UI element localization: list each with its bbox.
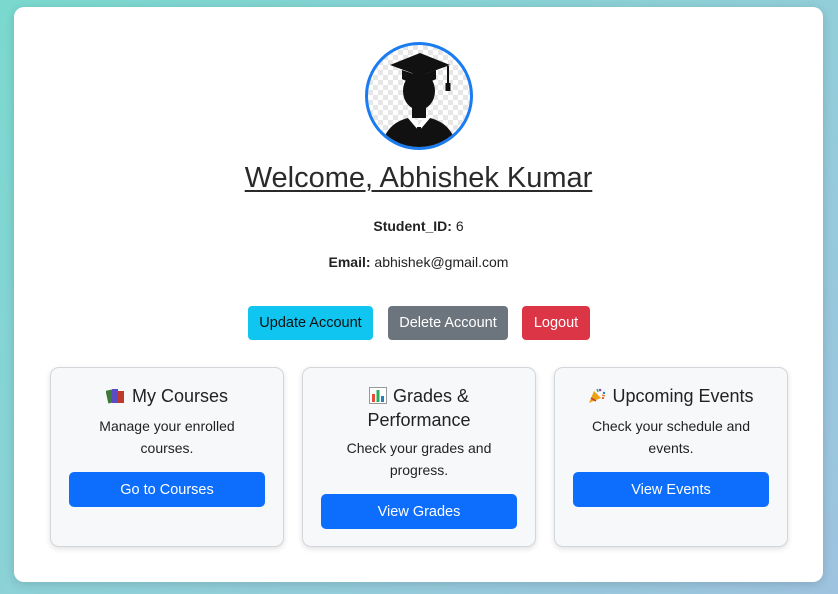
party-popper-icon (588, 387, 606, 409)
courses-panel: My Courses Manage your enrolled courses.… (50, 367, 284, 547)
update-account-button[interactable]: Update Account (248, 306, 373, 340)
delete-account-button[interactable]: Delete Account (388, 306, 508, 340)
grades-panel: Grades & Performance Check your grades a… (302, 367, 536, 547)
events-panel-title: Upcoming Events (555, 385, 787, 409)
email-label: Email: (328, 254, 371, 270)
profile-card: Welcome, Abhishek Kumar Student_ID: 6 Em… (14, 7, 823, 582)
student-id-label: Student_ID: (373, 218, 452, 234)
courses-panel-title: My Courses (51, 385, 283, 409)
books-icon (105, 387, 126, 409)
graduate-avatar-icon (365, 42, 473, 150)
email-row: Email: abhishek@gmail.com (14, 254, 823, 270)
view-grades-button[interactable]: View Grades (321, 494, 517, 529)
events-title-text: Upcoming Events (612, 386, 754, 406)
events-desc: Check your schedule and events. (592, 418, 750, 456)
view-events-button[interactable]: View Events (573, 472, 769, 507)
email-value: abhishek@gmail.com (374, 254, 509, 270)
grades-desc: Check your grades and progress. (346, 440, 492, 478)
student-id-row: Student_ID: 6 (14, 218, 823, 234)
logout-button[interactable]: Logout (522, 306, 590, 340)
courses-desc: Manage your enrolled courses. (99, 418, 235, 456)
events-panel: Upcoming Events Check your schedule and … (554, 367, 788, 547)
go-to-courses-button[interactable]: Go to Courses (69, 472, 265, 507)
welcome-heading: Welcome, Abhishek Kumar (244, 162, 593, 194)
grades-panel-title: Grades & Performance (303, 385, 535, 431)
bar-chart-icon (368, 387, 387, 409)
courses-title-text: My Courses (131, 386, 229, 406)
student-id-value: 6 (455, 218, 464, 234)
